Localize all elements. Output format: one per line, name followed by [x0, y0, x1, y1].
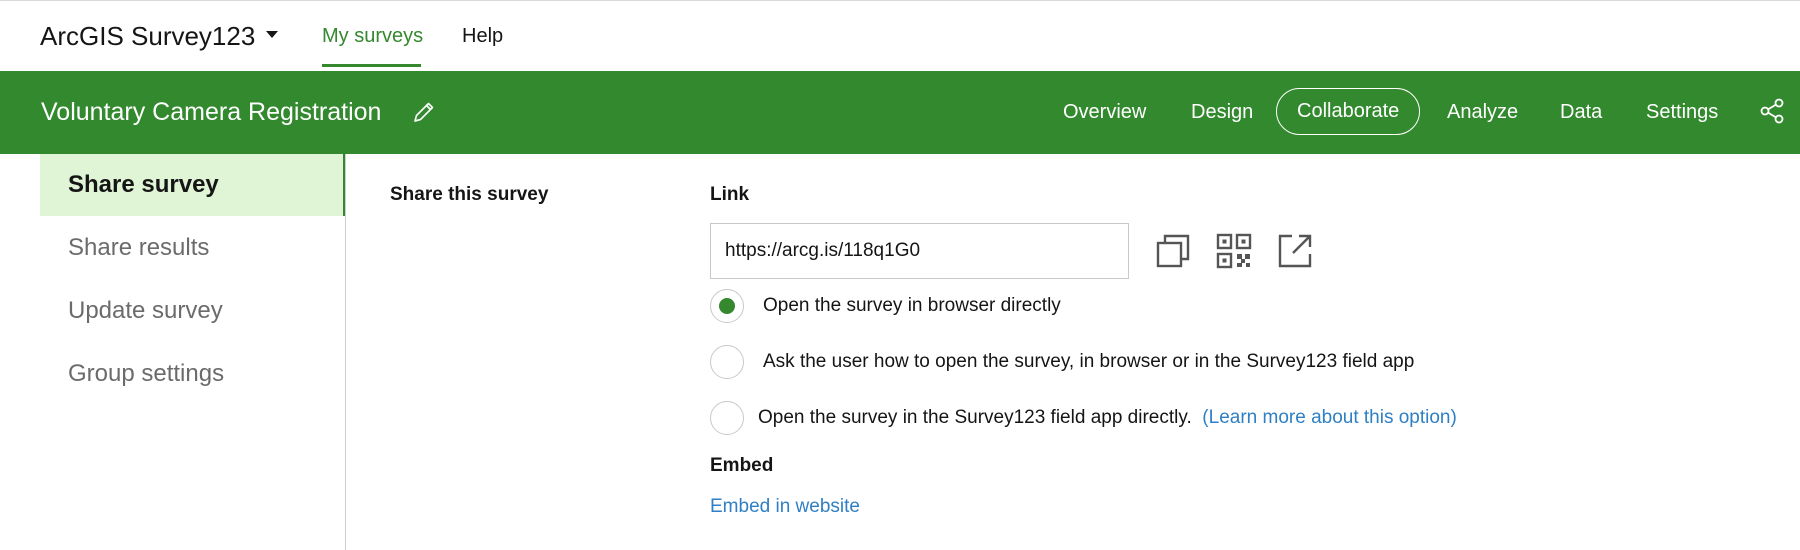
tab-settings[interactable]: Settings — [1646, 101, 1718, 124]
tab-data[interactable]: Data — [1560, 101, 1602, 124]
sidebar: Share survey Share results Update survey… — [0, 154, 346, 550]
sidebar-item-group-settings[interactable]: Group settings — [40, 343, 346, 405]
section-title: Share this survey — [390, 184, 549, 205]
sidebar-item-update-survey[interactable]: Update survey — [40, 280, 346, 342]
survey-title: Voluntary Camera Registration — [41, 98, 382, 126]
option-label: Ask the user how to open the survey, in … — [763, 351, 1415, 372]
option-open-in-browser[interactable]: Open the survey in browser directly — [710, 289, 1210, 325]
nav-help[interactable]: Help — [462, 25, 503, 48]
option-label-text: Open the survey in the Survey123 field a… — [758, 407, 1192, 428]
sidebar-item-share-survey[interactable]: Share survey — [40, 154, 346, 216]
option-label: Open the survey in browser directly — [763, 295, 1061, 316]
tab-analyze[interactable]: Analyze — [1447, 101, 1518, 124]
nav-my-surveys[interactable]: My surveys — [322, 25, 423, 48]
option-label: Open the survey in the Survey123 field a… — [758, 407, 1457, 429]
sidebar-item-share-results[interactable]: Share results — [40, 217, 346, 279]
option-ask-user[interactable]: Ask the user how to open the survey, in … — [710, 345, 1510, 381]
survey-link-field[interactable] — [710, 223, 1129, 279]
sidebar-item-label: Share survey — [68, 171, 219, 198]
active-nav-indicator — [322, 64, 421, 67]
pencil-icon[interactable] — [411, 99, 437, 125]
top-navigation-bar: ArcGIS Survey123 My surveys Help — [0, 0, 1800, 71]
survey-header: Voluntary Camera Registration Overview D… — [0, 71, 1800, 154]
app-title: ArcGIS Survey123 — [40, 21, 256, 51]
caret-down-icon[interactable] — [266, 31, 278, 38]
sidebar-divider — [345, 154, 346, 550]
link-label: Link — [710, 184, 750, 205]
radio-button[interactable] — [710, 401, 744, 435]
radio-button-checked[interactable] — [710, 289, 744, 323]
share-icon[interactable] — [1758, 97, 1786, 125]
option-open-in-field-app[interactable]: Open the survey in the Survey123 field a… — [710, 401, 1510, 437]
radio-button[interactable] — [710, 345, 744, 379]
open-external-icon[interactable] — [1276, 232, 1314, 270]
copy-icon[interactable] — [1154, 232, 1192, 270]
learn-more-link[interactable]: (Learn more about this option) — [1202, 407, 1457, 428]
sidebar-item-label: Share results — [68, 234, 210, 261]
embed-label: Embed — [710, 455, 774, 476]
sidebar-item-label: Group settings — [68, 360, 225, 387]
qr-code-icon[interactable] — [1215, 232, 1253, 270]
tab-collaborate[interactable]: Collaborate — [1276, 88, 1421, 135]
sidebar-item-label: Update survey — [68, 297, 223, 324]
embed-in-website-link[interactable]: Embed in website — [710, 496, 860, 518]
tab-design[interactable]: Design — [1191, 101, 1253, 124]
tab-overview[interactable]: Overview — [1063, 101, 1146, 124]
